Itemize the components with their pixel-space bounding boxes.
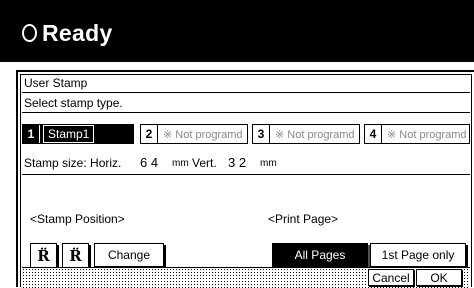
stamp-size-vert-label: Vert. (192, 156, 217, 170)
stamp-position-heading: <Stamp Position> (30, 212, 125, 226)
first-page-only-button[interactable]: 1st Page only (370, 243, 466, 267)
status-title: Ready (42, 20, 113, 46)
stamp-number: 3 (253, 125, 270, 143)
stamp-size-horiz-value: 6 4 (140, 155, 159, 170)
stamp-label: Stamp1 (43, 125, 95, 143)
stamp-button-4[interactable]: 4 ※ Not programd (364, 124, 470, 144)
stamp-size-horiz-unit: mm (172, 158, 189, 169)
stamp-position-top-right-icon[interactable]: R̈ (62, 243, 89, 269)
stamp-size-vert-unit: mm (260, 158, 277, 169)
stamp-button-3[interactable]: 3 ※ Not programd (252, 124, 360, 144)
divider (22, 112, 470, 113)
all-pages-button[interactable]: All Pages (272, 243, 368, 267)
stamp-number: 2 (141, 125, 158, 143)
user-stamp-dialog: User Stamp Select stamp type. 1 Stamp1 2… (16, 70, 474, 288)
stamp-size-vert-value: 3 2 (228, 155, 247, 170)
stamp-number: 1 (23, 125, 40, 143)
stamp-button-1[interactable]: 1 Stamp1 (22, 124, 134, 144)
stamp-label: ※ Not programd (387, 128, 467, 141)
change-button[interactable]: Change (94, 243, 164, 267)
dialog-title: User Stamp (24, 76, 88, 90)
stamp-size-label: Stamp size: Horiz. (24, 156, 122, 170)
stamp-label: ※ Not programd (275, 128, 355, 141)
cancel-button[interactable]: Cancel (368, 269, 414, 286)
instruction-text: Select stamp type. (24, 96, 123, 110)
divider (22, 92, 470, 93)
circle-ready-icon (22, 24, 37, 42)
stamp-label: ※ Not programd (163, 128, 243, 141)
status-header: Ready (0, 0, 474, 62)
divider (22, 174, 470, 175)
ok-button[interactable]: OK (416, 269, 462, 286)
stamp-number: 4 (365, 125, 382, 143)
stamp-position-top-left-icon[interactable]: R̈ (30, 243, 57, 269)
print-page-heading: <Print Page> (268, 212, 339, 226)
stamp-button-2[interactable]: 2 ※ Not programd (140, 124, 248, 144)
